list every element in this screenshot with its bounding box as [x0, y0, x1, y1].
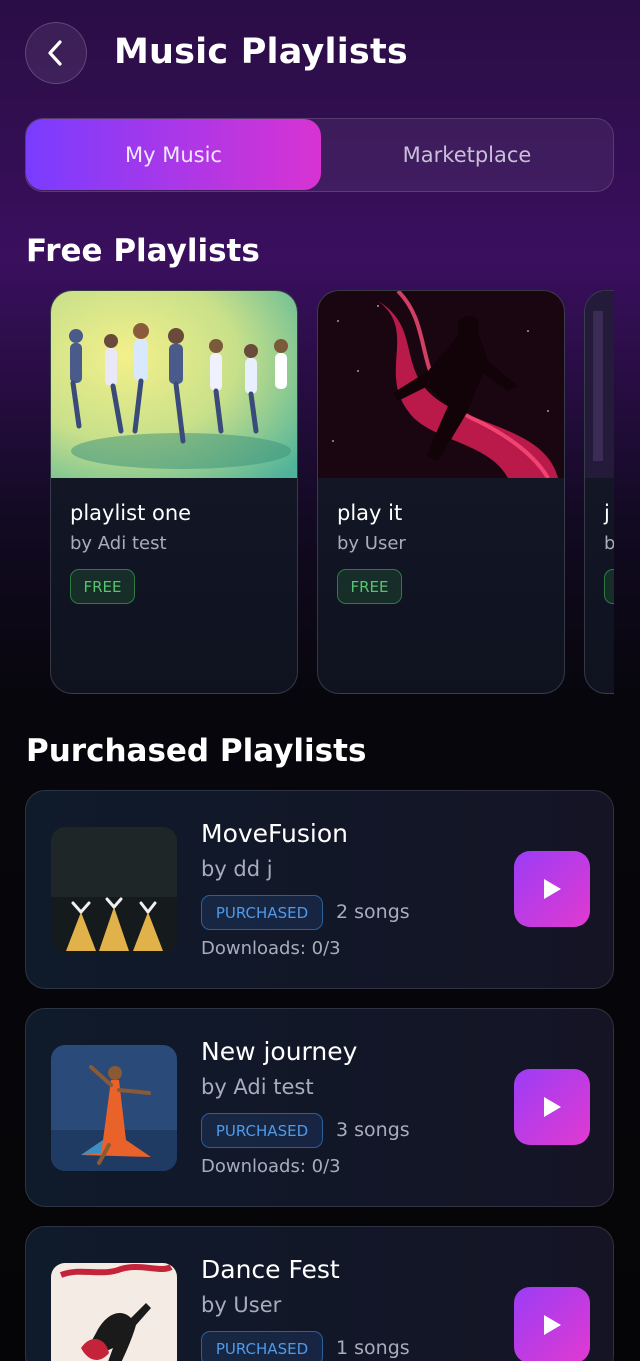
- playlist-thumbnail: [51, 1263, 177, 1361]
- play-button[interactable]: [514, 1069, 590, 1145]
- card-author: b: [604, 533, 614, 554]
- playlist-title: New journey: [201, 1037, 358, 1066]
- tab-marketplace[interactable]: Marketplace: [321, 119, 613, 190]
- card-title: playlist one: [70, 501, 192, 525]
- song-count: 2 songs: [336, 901, 410, 923]
- song-count: 1 songs: [336, 1337, 410, 1359]
- play-button[interactable]: [514, 851, 590, 927]
- playlist-thumbnail: [51, 827, 177, 953]
- page-title: Music Playlists: [114, 32, 408, 72]
- purchased-badge: PURCHASED: [201, 1113, 323, 1148]
- free-playlists-heading: Free Playlists: [26, 233, 260, 269]
- play-icon: [544, 879, 561, 899]
- header: Music Playlists: [0, 0, 640, 110]
- card-title: j: [604, 501, 610, 525]
- purchased-playlist-item[interactable]: Dance Fest by User PURCHASED 1 songs: [25, 1226, 614, 1361]
- play-icon: [544, 1097, 561, 1117]
- free-playlist-card[interactable]: playlist one by Adi test FREE: [50, 290, 298, 694]
- playlist-author: by Adi test: [201, 1075, 314, 1099]
- playlist-thumbnail: [51, 1045, 177, 1171]
- card-clip: j b: [584, 290, 614, 694]
- purchased-playlist-item[interactable]: New journey by Adi test PURCHASED 3 song…: [25, 1008, 614, 1207]
- free-playlist-card[interactable]: j b: [584, 290, 614, 694]
- playlist-cover-image: [318, 291, 564, 478]
- free-badge: [604, 569, 614, 604]
- playlist-cover-image: [51, 291, 297, 478]
- purchased-badge: PURCHASED: [201, 1331, 323, 1361]
- playlist-author: by dd j: [201, 857, 273, 881]
- chevron-left-icon: [48, 40, 62, 66]
- back-button[interactable]: [25, 22, 87, 84]
- card-author: by User: [337, 533, 406, 554]
- purchased-playlist-item[interactable]: MoveFusion by dd j PURCHASED 2 songs Dow…: [25, 790, 614, 989]
- play-icon: [544, 1315, 561, 1335]
- tab-my-music[interactable]: My Music: [26, 119, 321, 190]
- card-title: play it: [337, 501, 403, 525]
- playlist-author: by User: [201, 1293, 282, 1317]
- free-badge: FREE: [337, 569, 402, 604]
- song-count: 3 songs: [336, 1119, 410, 1141]
- download-count: Downloads: 0/3: [201, 938, 341, 959]
- download-count: Downloads: 0/3: [201, 1156, 341, 1177]
- card-author: by Adi test: [70, 533, 167, 554]
- purchased-badge: PURCHASED: [201, 895, 323, 930]
- play-button[interactable]: [514, 1287, 590, 1361]
- purchased-playlists-heading: Purchased Playlists: [26, 733, 367, 769]
- playlist-title: Dance Fest: [201, 1255, 340, 1284]
- playlist-title: MoveFusion: [201, 819, 349, 848]
- tab-bar: My Music Marketplace: [25, 118, 614, 192]
- free-badge: FREE: [70, 569, 135, 604]
- free-playlist-card[interactable]: play it by User FREE: [317, 290, 565, 694]
- playlist-cover-image: [585, 291, 614, 478]
